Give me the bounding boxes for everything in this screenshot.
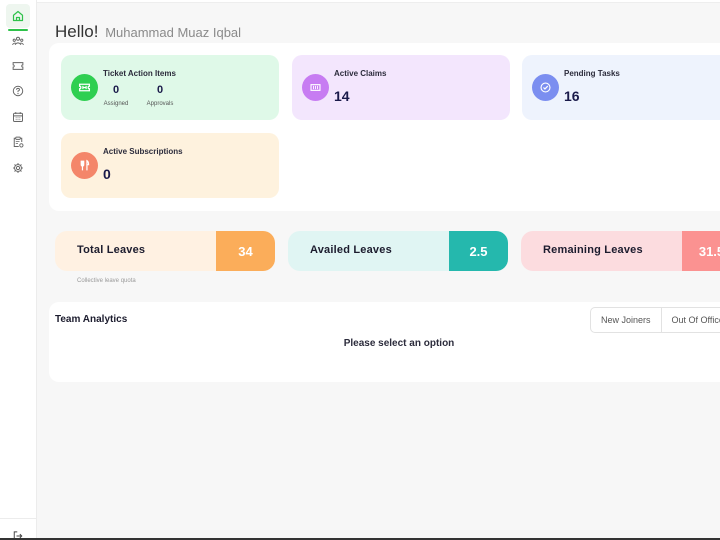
user-name: Muhammad Muaz Iqbal [105, 25, 242, 40]
assigned-count: 0 [112, 84, 120, 96]
check-badge-icon [532, 74, 559, 101]
leave-value: 34 [216, 231, 275, 271]
fork-knife-icon [71, 152, 98, 179]
empty-state-message: Please select an option [343, 338, 455, 349]
sidebar-item-settings[interactable] [6, 156, 30, 180]
card-title: Pending Tasks [564, 69, 620, 78]
leave-label: Availed Leaves [310, 244, 392, 256]
home-icon [12, 10, 24, 22]
leave-label: Remaining Leaves [543, 244, 643, 256]
leave-value: 2.5 [449, 231, 508, 271]
ticket-icon [12, 62, 24, 70]
ticket-icon [71, 74, 98, 101]
leave-label: Total Leaves [77, 244, 146, 256]
top-border [37, 0, 720, 3]
card-title: Active Claims [334, 69, 387, 78]
summary-panel: Ticket Action Items 0 Assigned 0 Approva… [49, 43, 720, 211]
sidebar-item-team[interactable] [6, 29, 30, 53]
active-subscriptions-card[interactable]: Active Subscriptions 0 [61, 133, 279, 198]
active-claims-card[interactable]: Active Claims 14 [292, 55, 510, 120]
assigned-label: Assigned [103, 101, 129, 107]
claim-receipt-icon [302, 74, 329, 101]
sidebar-item-home[interactable] [6, 4, 30, 31]
approvals-label: Approvals [146, 101, 174, 107]
sidebar-item-calendar[interactable] [6, 105, 30, 129]
sidebar-item-tickets[interactable] [6, 54, 30, 78]
card-value: 0 [103, 166, 111, 182]
card-value: 14 [334, 88, 350, 104]
leave-value: 31.5 [682, 231, 720, 271]
pending-tasks-card[interactable]: Pending Tasks 16 [522, 55, 720, 120]
card-title: Ticket Action Items [103, 69, 176, 78]
sidebar-divider [0, 518, 37, 519]
team-analytics-title: Team Analytics [55, 314, 128, 325]
total-leaves-card[interactable]: Total Leaves 34 [55, 231, 275, 271]
leave-note: Collective leave quota [77, 278, 136, 284]
analytics-option-toggle: New Joiners Out Of Office [590, 307, 720, 333]
approvals-count: 0 [156, 84, 164, 96]
ticket-action-items-card[interactable]: Ticket Action Items 0 Assigned 0 Approva… [61, 55, 279, 120]
sidebar-item-task-settings[interactable] [6, 130, 30, 154]
help-circle-icon [12, 85, 24, 97]
team-icon [12, 36, 24, 46]
clipboard-gear-icon [13, 136, 24, 148]
greeting-hello: Hello! [55, 22, 99, 41]
gear-icon [13, 163, 23, 173]
card-value: 16 [564, 88, 580, 104]
greeting: Hello! Muhammad Muaz Iqbal [55, 22, 241, 42]
calendar-icon [13, 112, 23, 122]
sidebar [0, 0, 37, 540]
new-joiners-button[interactable]: New Joiners [591, 308, 662, 332]
card-title: Active Subscriptions [103, 147, 183, 156]
sidebar-item-help[interactable] [6, 79, 30, 103]
availed-leaves-card[interactable]: Availed Leaves 2.5 [288, 231, 508, 271]
team-analytics-panel: Team Analytics New Joiners Out Of Office… [49, 302, 720, 382]
remaining-leaves-card[interactable]: Remaining Leaves 31.5 [521, 231, 720, 271]
out-of-office-button[interactable]: Out Of Office [662, 308, 720, 332]
